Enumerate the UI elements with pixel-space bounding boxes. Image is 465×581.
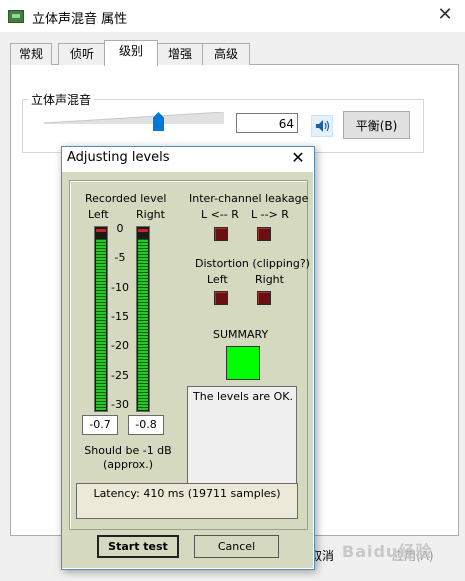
group-label: 立体声混音 [28,91,95,108]
left-meter-fill [96,239,106,410]
tab-listen[interactable]: 侦听 [58,43,106,65]
distortion-left-led [214,291,228,305]
leakage-title: Inter-channel leakage [189,192,309,205]
leakage-l-from-r-label: L <-- R [201,208,239,221]
scale-tick: -5 [114,251,126,264]
summary-label: SUMMARY [213,328,269,341]
latency-text: Latency: 410 ms (19711 samples) [93,487,281,500]
watermark: Baidu经验 [342,542,433,561]
dialog-title: Adjusting levels [67,150,170,165]
leakage-l-to-r-label: L --> R [251,208,289,221]
left-channel-label: Left [88,208,109,221]
right-level-readout: -0.8 [128,415,164,435]
distortion-right-led [257,291,271,305]
scale-tick: -30 [111,398,129,411]
leakage-right-led [257,227,271,241]
dialog-close-icon[interactable]: ✕ [286,147,310,169]
approx-label: (approx.) [103,458,153,471]
window-title: 立体声混音 属性 [32,12,128,27]
distortion-right-label: Right [255,273,284,286]
sound-card-icon [8,10,24,23]
recorded-level-label: Recorded level [85,192,167,205]
tab-general[interactable]: 常规 [10,43,52,65]
right-channel-label: Right [136,208,165,221]
speaker-icon [316,120,330,132]
volume-slider-track[interactable] [44,112,224,124]
scale-tick: 0 [116,222,124,235]
dialog-cancel-button[interactable]: Cancel [194,535,279,558]
scale-tick: -20 [111,339,129,352]
scale-tick: -15 [111,310,129,323]
should-be-label: Should be -1 dB [84,444,172,457]
right-meter-fill [138,239,148,410]
left-level-meter [94,226,108,412]
balance-button[interactable]: 平衡(B) [343,111,410,139]
right-meter-peak [138,229,148,232]
start-test-button[interactable]: Start test [97,535,179,558]
leakage-left-led [214,227,228,241]
status-message: The levels are OK. [193,390,293,403]
speaker-mute-button[interactable] [311,115,333,137]
right-level-meter [136,226,150,412]
distortion-title: Distortion (clipping?) [195,257,310,270]
tab-levels[interactable]: 级别 [104,40,158,66]
tab-advanced[interactable]: 高级 [202,43,250,65]
tab-strip: 常规 侦听 级别 增强 高级 [10,40,458,66]
summary-indicator [226,346,260,380]
tab-enhancements[interactable]: 增强 [156,43,204,65]
left-level-readout: -0.7 [82,415,118,435]
level-value-field[interactable]: 64 [236,113,298,133]
left-meter-peak [96,229,106,232]
distortion-left-label: Left [207,273,228,286]
scale-tick: -10 [111,281,129,294]
close-icon[interactable]: ✕ [432,3,458,27]
scale-tick: -25 [111,369,129,382]
